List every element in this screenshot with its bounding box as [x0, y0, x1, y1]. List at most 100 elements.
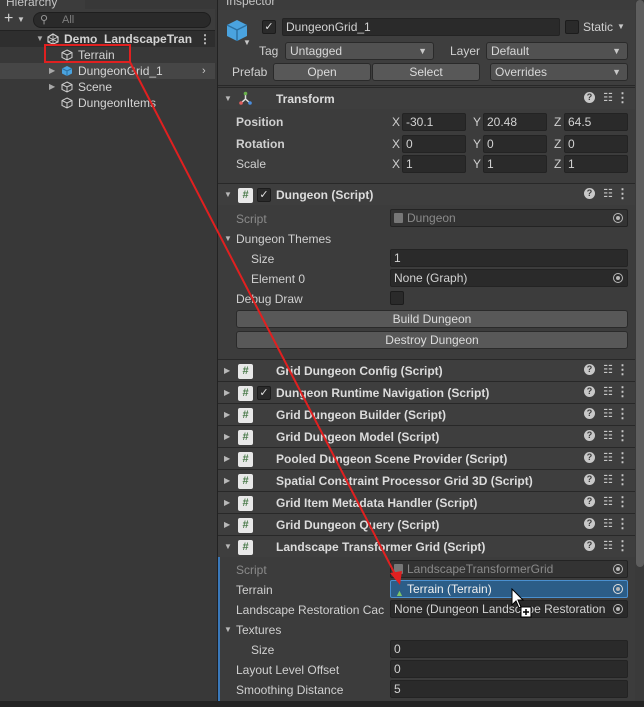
- inspector-scrollbar-thumb[interactable]: [636, 0, 644, 567]
- component-enabled-checkbox[interactable]: ✓: [257, 188, 271, 202]
- preset-icon[interactable]: ☷: [603, 187, 613, 200]
- component-header-item-metadata[interactable]: ▶ # Grid Item Metadata Handler (Script) …: [218, 491, 635, 513]
- prefab-select-button[interactable]: Select: [372, 63, 480, 81]
- chevron-down-icon[interactable]: ▼: [17, 15, 25, 24]
- script-field[interactable]: LandscapeTransformerGrid: [390, 560, 628, 578]
- position-z-field[interactable]: 64.5: [564, 113, 628, 131]
- scene-menu-icon[interactable]: ⋮: [199, 31, 211, 47]
- hierarchy-item-dungeongrid[interactable]: ▶ DungeonGrid_1 ›: [0, 63, 215, 79]
- icon-dropdown-icon[interactable]: ▼: [243, 38, 251, 47]
- help-icon[interactable]: ?: [584, 430, 595, 441]
- dungeon-script-header[interactable]: ▼ # ✓ Dungeon (Script) ? ☷ ⋮: [218, 183, 635, 205]
- restoration-field[interactable]: None (Dungeon Landscape Restoration: [390, 600, 628, 618]
- script-field[interactable]: Dungeon: [390, 209, 628, 227]
- more-icon[interactable]: ⋮: [616, 406, 629, 422]
- static-dropdown-icon[interactable]: ▼: [617, 22, 625, 31]
- preset-icon[interactable]: ☷: [603, 407, 613, 420]
- destroy-dungeon-button[interactable]: Destroy Dungeon: [236, 331, 628, 349]
- help-icon[interactable]: ?: [584, 386, 595, 397]
- fold-closed-icon[interactable]: ▶: [224, 476, 230, 485]
- rotation-x-field[interactable]: 0: [402, 135, 466, 153]
- help-icon[interactable]: ?: [584, 474, 595, 485]
- help-icon[interactable]: ?: [584, 408, 595, 419]
- scale-y-field[interactable]: 1: [483, 155, 547, 173]
- component-enabled-checkbox[interactable]: ✓: [257, 386, 271, 400]
- component-header-grid-dungeon-builder[interactable]: ▶ # Grid Dungeon Builder (Script) ? ☷ ⋮: [218, 403, 635, 425]
- static-checkbox[interactable]: [565, 20, 579, 34]
- smoothing-field[interactable]: 5: [390, 680, 628, 698]
- component-header-grid-dungeon-model[interactable]: ▶ # Grid Dungeon Model (Script) ? ☷ ⋮: [218, 425, 635, 447]
- build-dungeon-button[interactable]: Build Dungeon: [236, 310, 628, 328]
- help-icon[interactable]: ?: [584, 518, 595, 529]
- fold-open-icon[interactable]: ▼: [224, 234, 232, 243]
- rotation-z-field[interactable]: 0: [564, 135, 628, 153]
- more-icon[interactable]: ⋮: [616, 362, 629, 378]
- preset-icon[interactable]: ☷: [603, 91, 613, 104]
- component-header-grid-dungeon-config[interactable]: ▶ # Grid Dungeon Config (Script) ? ☷ ⋮: [218, 359, 635, 381]
- fold-closed-icon[interactable]: ▶: [224, 498, 230, 507]
- fold-closed-icon[interactable]: ▶: [224, 410, 230, 419]
- more-icon[interactable]: ⋮: [616, 494, 629, 510]
- preset-icon[interactable]: ☷: [603, 495, 613, 508]
- more-icon[interactable]: ⋮: [616, 538, 629, 554]
- preset-icon[interactable]: ☷: [603, 539, 613, 552]
- help-icon[interactable]: ?: [584, 452, 595, 463]
- more-icon[interactable]: ⋮: [616, 516, 629, 532]
- object-picker-icon[interactable]: [613, 213, 623, 223]
- landscape-transformer-header[interactable]: ▼ # Landscape Transformer Grid (Script) …: [218, 535, 635, 557]
- fold-closed-icon[interactable]: ▶: [224, 388, 230, 397]
- fold-open-icon[interactable]: ▼: [224, 625, 232, 634]
- fold-closed-icon[interactable]: ▶: [224, 454, 230, 463]
- fold-open-icon[interactable]: ▼: [224, 190, 232, 199]
- help-icon[interactable]: ?: [584, 92, 595, 103]
- help-icon[interactable]: ?: [584, 496, 595, 507]
- fold-closed-icon[interactable]: ▶: [224, 520, 230, 529]
- more-icon[interactable]: ⋮: [616, 450, 629, 466]
- tag-dropdown[interactable]: Untagged ▼: [285, 42, 434, 60]
- help-icon[interactable]: ?: [584, 364, 595, 375]
- object-name-field[interactable]: DungeonGrid_1: [282, 18, 560, 36]
- element-0-field[interactable]: None (Graph): [390, 269, 628, 287]
- preset-icon[interactable]: ☷: [603, 363, 613, 376]
- component-header-grid-dungeon-query[interactable]: ▶ # Grid Dungeon Query (Script) ? ☷ ⋮: [218, 513, 635, 535]
- prefab-overrides-dropdown[interactable]: Overrides ▼: [490, 63, 628, 81]
- fold-closed-icon[interactable]: ▶: [49, 79, 55, 95]
- hierarchy-tab[interactable]: Hierarchy: [0, 0, 85, 9]
- terrain-field[interactable]: ▲ Terrain (Terrain): [390, 580, 628, 598]
- fold-open-icon[interactable]: ▼: [36, 31, 44, 47]
- more-icon[interactable]: ⋮: [616, 472, 629, 488]
- chevron-right-icon[interactable]: ›: [202, 63, 206, 79]
- preset-icon[interactable]: ☷: [603, 473, 613, 486]
- more-icon[interactable]: ⋮: [616, 90, 629, 106]
- fold-closed-icon[interactable]: ▶: [224, 366, 230, 375]
- layout-offset-field[interactable]: 0: [390, 660, 628, 678]
- fold-open-icon[interactable]: ▼: [224, 94, 232, 103]
- themes-size-field[interactable]: 1: [390, 249, 628, 267]
- preset-icon[interactable]: ☷: [603, 429, 613, 442]
- scale-x-field[interactable]: 1: [402, 155, 466, 173]
- preset-icon[interactable]: ☷: [603, 517, 613, 530]
- more-icon[interactable]: ⋮: [616, 384, 629, 400]
- more-icon[interactable]: ⋮: [616, 186, 629, 202]
- transform-header[interactable]: ▼ Transform ? ☷ ⋮: [218, 87, 635, 109]
- debug-draw-checkbox[interactable]: [390, 291, 404, 305]
- active-checkbox[interactable]: ✓: [262, 20, 276, 34]
- component-header-spatial-constraint[interactable]: ▶ # Spatial Constraint Processor Grid 3D…: [218, 469, 635, 491]
- fold-open-icon[interactable]: ▼: [224, 542, 232, 551]
- scale-z-field[interactable]: 1: [564, 155, 628, 173]
- object-picker-icon[interactable]: [613, 584, 623, 594]
- object-picker-icon[interactable]: [613, 273, 623, 283]
- add-icon[interactable]: +: [4, 10, 13, 28]
- preset-icon[interactable]: ☷: [603, 451, 613, 464]
- rotation-y-field[interactable]: 0: [483, 135, 547, 153]
- help-icon[interactable]: ?: [584, 188, 595, 199]
- layer-dropdown[interactable]: Default ▼: [486, 42, 628, 60]
- fold-closed-icon[interactable]: ▶: [49, 63, 55, 79]
- hierarchy-item-dungeonitems[interactable]: DungeonItems: [0, 95, 215, 111]
- object-picker-icon[interactable]: [613, 604, 623, 614]
- more-icon[interactable]: ⋮: [616, 428, 629, 444]
- hierarchy-item-scene[interactable]: ▶ Scene: [0, 79, 215, 95]
- hierarchy-search-input[interactable]: ⚲ All: [33, 12, 211, 28]
- component-header-runtime-navigation[interactable]: ▶ # ✓ Dungeon Runtime Navigation (Script…: [218, 381, 635, 403]
- prefab-open-button[interactable]: Open: [273, 63, 371, 81]
